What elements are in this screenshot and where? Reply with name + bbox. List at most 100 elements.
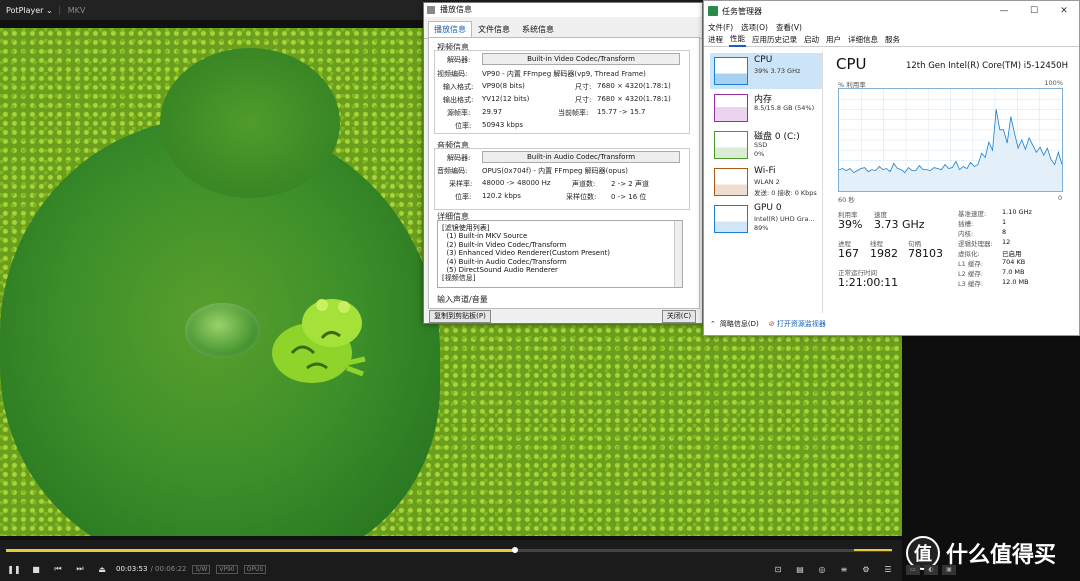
tab-details[interactable]: 详细信息	[847, 33, 879, 46]
audio-row-value: 48000 -> 48000 Hz	[482, 179, 551, 187]
audio-row-key: 采样率:	[449, 180, 473, 188]
audio-decoder-button[interactable]: Built-in Audio Codec/Transform	[482, 151, 680, 163]
spec-value: 12.0 MB	[1002, 278, 1029, 286]
spec-key: 逻辑处理器:	[958, 240, 993, 248]
chevron-up-icon[interactable]: ⌃	[710, 320, 716, 328]
tm-footer: ⌃ 简略信息(D) ⊘ 打开资源监视器	[704, 313, 1079, 335]
brief-info-button[interactable]: 简略信息(D)	[720, 319, 759, 329]
spec-key: 基准速度:	[958, 210, 987, 218]
menu-options[interactable]: 选项(O)	[741, 22, 768, 33]
toolbar-icon-2[interactable]: ◐	[924, 565, 938, 575]
close-button[interactable]: 关闭(C)	[662, 310, 696, 323]
cpu-panel: CPU 12th Gen Intel(R) Core(TM) i5-12450H…	[828, 51, 1078, 313]
volume-slider[interactable]	[854, 549, 892, 551]
tab-app-history[interactable]: 应用历史记录	[751, 33, 798, 46]
app-title: PotPlayer	[6, 5, 44, 15]
close-icon[interactable]: ✕	[1049, 1, 1079, 21]
resource-thumbnail	[714, 94, 748, 122]
spec-key: 内核:	[958, 230, 974, 238]
badge-video-codec[interactable]: VP90	[216, 564, 238, 574]
detail-text-area[interactable]: [滤镜使用列表] (1) Built-in MKV Source (2) Bui…	[437, 220, 683, 288]
spec-key: L3 缓存:	[958, 280, 984, 288]
tab-processes[interactable]: 进程	[707, 33, 724, 46]
next-icon[interactable]: ⏭	[72, 562, 88, 576]
resource-item[interactable]: 内存 8.5/15.8 GB (54%)	[710, 90, 822, 126]
spec-key: 插槽:	[958, 220, 974, 228]
detail-line: (4) Built-in Audio Codec/Transform	[442, 257, 567, 266]
video-row-key: 视频编码:	[437, 70, 468, 78]
menu-file[interactable]: 文件(F)	[708, 22, 733, 33]
badge-decoder[interactable]: S/W	[192, 564, 211, 574]
spec-key: 虚拟化:	[958, 250, 980, 258]
potplayer-menu-button[interactable]: PotPlayer ⌄	[0, 6, 59, 15]
resource-item[interactable]: 磁盘 0 (C:) SSD 0%	[710, 127, 822, 163]
toolbar-icon-1[interactable]: ▭	[906, 565, 920, 575]
graph-x-right: 0	[1058, 194, 1063, 202]
detail-scrollbar[interactable]	[674, 221, 682, 287]
video-row-key: 输出格式:	[443, 96, 474, 104]
dialog-body: 视频信息 解码器: Built-in Video Codec/Transform…	[428, 37, 700, 309]
resource-item[interactable]: Wi-Fi WLAN 2 发送: 0 接收: 0 Kbps	[710, 164, 822, 200]
video-row-value2: 7680 × 4320(1.78:1)	[597, 95, 671, 103]
tab-system-info[interactable]: 系统信息	[516, 21, 560, 38]
tab-services[interactable]: 服务	[884, 33, 901, 46]
resource-monitor-link[interactable]: ⊘ 打开资源监视器	[769, 319, 826, 329]
settings-icon[interactable]: ⚙	[858, 562, 874, 576]
seek-bar[interactable]	[6, 547, 892, 553]
playlist-icon[interactable]: ☰	[880, 562, 896, 576]
video-row-key2: 当前帧率:	[558, 109, 589, 117]
audio-row-value: 120.2 kbps	[482, 192, 521, 200]
video-decoder-button[interactable]: Built-in Video Codec/Transform	[482, 53, 680, 65]
resource-thumbnail	[714, 205, 748, 233]
spec-value: 已启用	[1002, 250, 1022, 258]
tab-file-info[interactable]: 文件信息	[472, 21, 516, 38]
tab-playback-info[interactable]: 播放信息	[428, 21, 472, 38]
tab-performance[interactable]: 性能	[729, 32, 746, 47]
tab-startup[interactable]: 启动	[803, 33, 820, 46]
toolbar-icon-3[interactable]: ▣	[942, 565, 956, 575]
stop-icon[interactable]: ■	[28, 562, 44, 576]
spec-value: 704 KB	[1002, 258, 1026, 266]
dialog-tabs: 播放信息 文件信息 系统信息	[424, 17, 702, 39]
previous-icon[interactable]: ⏮	[50, 562, 66, 576]
audio-row-value: OPUS(0x704f) - 内置 FFmpeg 解码器(opus)	[482, 167, 628, 175]
copy-to-clipboard-button[interactable]: 复制到剪贴板(P)	[429, 310, 491, 323]
vr-icon[interactable]: ◎	[814, 562, 830, 576]
seek-fill	[6, 549, 516, 552]
detail-line: (2) Built-in Video Codec/Transform	[442, 240, 567, 249]
stat-threads-value: 1982	[870, 247, 898, 260]
resource-name: Wi-Fi	[754, 166, 776, 176]
maximize-icon[interactable]: ☐	[1019, 1, 1049, 21]
right-toolbar: ▭ ◐ ▣	[902, 562, 1080, 578]
subtitle-icon[interactable]: ▤	[792, 562, 808, 576]
badge-audio-codec[interactable]: OPUS	[243, 564, 267, 574]
resource-name: CPU	[754, 55, 773, 65]
spec-key: L2 缓存:	[958, 270, 984, 278]
pause-icon[interactable]: ❚❚	[6, 562, 22, 576]
resource-monitor-icon: ⊘	[768, 320, 775, 328]
menu-view[interactable]: 查看(V)	[776, 22, 802, 33]
resource-item[interactable]: CPU 39% 3.73 GHz	[710, 53, 822, 89]
video-row-value2: 15.77 -> 15.7	[597, 108, 646, 116]
format-tab[interactable]: MKV	[58, 5, 94, 15]
tab-users[interactable]: 用户	[825, 33, 842, 46]
audio-row-key: 音频编码:	[437, 167, 468, 175]
resource-name: GPU 0	[754, 203, 782, 213]
stat-uptime-value: 1:21:00:11	[838, 276, 899, 289]
tm-titlebar: 任务管理器 — ☐ ✕	[704, 1, 1079, 21]
audio-row-value2: 0 -> 16 位	[611, 193, 647, 201]
frog-image	[272, 299, 366, 383]
resource-item[interactable]: GPU 0 Intel(R) UHD Gra... 89%	[710, 201, 822, 237]
spec-value: 1.10 GHz	[1002, 208, 1032, 216]
3d-icon[interactable]: ⊡	[770, 562, 786, 576]
task-manager-window: 任务管理器 — ☐ ✕ 文件(F) 选项(O) 查看(V) 进程 性能 应用历史记录…	[703, 0, 1080, 336]
eject-icon[interactable]: ⏏	[94, 562, 110, 576]
video-row-value: VP90 - 内置 FFmpeg 解码器(vp9, Thread Frame)	[482, 70, 646, 78]
stat-speed-value: 3.73 GHz	[874, 218, 925, 231]
minimize-icon[interactable]: —	[989, 1, 1019, 21]
audio-row-key2: 声道数:	[572, 180, 596, 188]
cpu-usage-graph	[838, 88, 1063, 192]
volume-fill	[854, 549, 892, 551]
video-row-value: YV12(12 bits)	[482, 95, 530, 103]
equalizer-icon[interactable]: ≡	[836, 562, 852, 576]
